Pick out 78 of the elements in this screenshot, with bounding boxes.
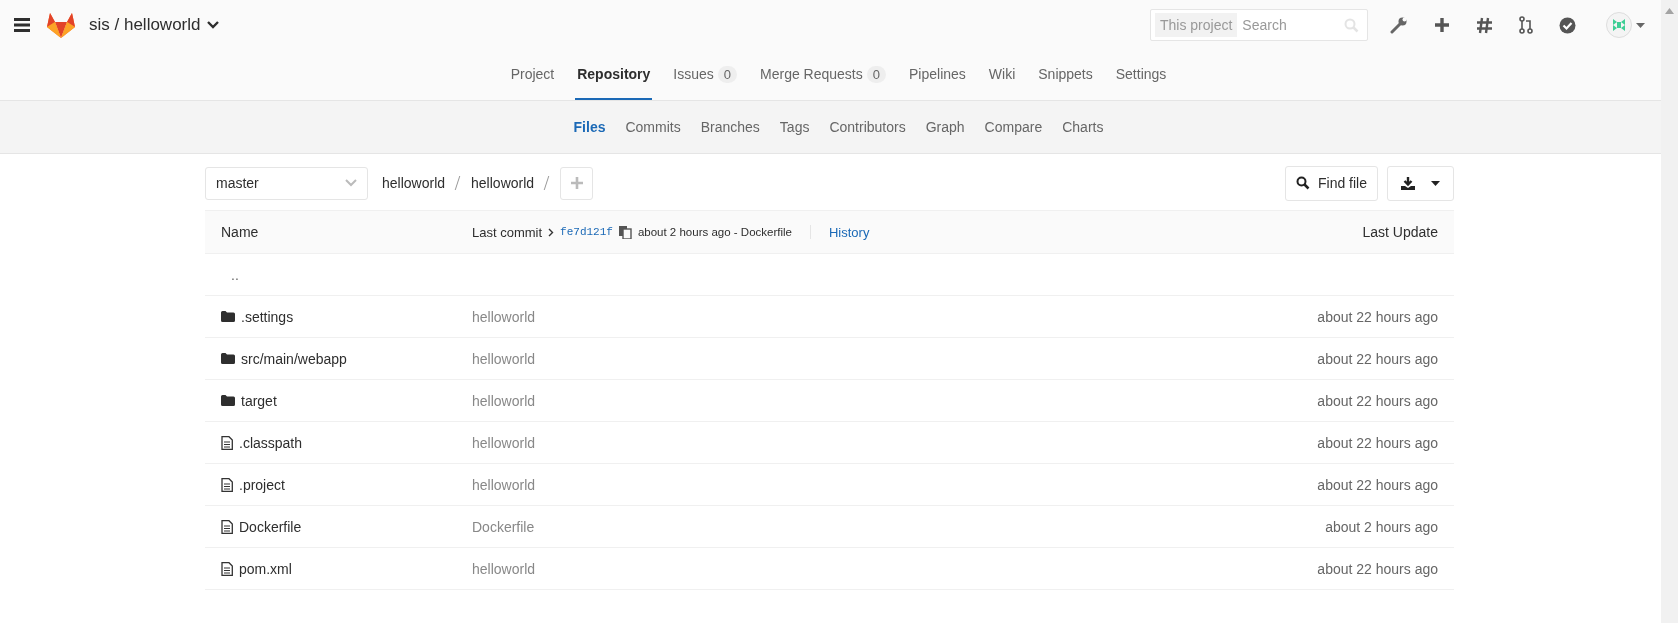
- updated-time: about 2 hours ago: [1325, 518, 1438, 535]
- folder-icon: [221, 353, 235, 364]
- nav-tab[interactable]: Wiki: [986, 50, 1018, 100]
- file-link[interactable]: .settings: [241, 308, 294, 325]
- search-icon: [1295, 176, 1310, 190]
- updated-time: about 22 hours ago: [1317, 434, 1438, 451]
- find-file-button[interactable]: Find file: [1284, 165, 1378, 201]
- updated-time: about 22 hours ago: [1317, 476, 1438, 493]
- nav-tab[interactable]: Issues 0: [671, 50, 740, 100]
- commit-link[interactable]: Dockerfile: [472, 518, 535, 535]
- nav-tab[interactable]: Pipelines: [907, 50, 968, 100]
- file-link[interactable]: src/main/webapp: [241, 350, 347, 367]
- copy-icon[interactable]: [618, 225, 632, 239]
- merge-request-icon[interactable]: [1519, 16, 1533, 34]
- column-header: Name: [220, 224, 260, 240]
- subnav-tab[interactable]: Commits: [625, 119, 681, 135]
- commit-link[interactable]: helloworld: [472, 434, 536, 451]
- updated-time: about 22 hours ago: [1317, 308, 1438, 325]
- file-link[interactable]: .project: [239, 476, 285, 493]
- last-commit-label: Last commit: [472, 224, 543, 240]
- wrench-icon[interactable]: [1390, 16, 1408, 34]
- branch-dropdown[interactable]: master: [205, 166, 368, 200]
- scrollbar[interactable]: [1661, 0, 1678, 623]
- file-icon: [221, 477, 233, 492]
- chevron-right-icon: [548, 227, 555, 237]
- commit-link[interactable]: helloworld: [472, 350, 536, 367]
- file-link[interactable]: pom.xml: [239, 560, 292, 577]
- column-header: Last Update: [1362, 224, 1439, 240]
- updated-time: about 22 hours ago: [1317, 350, 1438, 367]
- breadcrumb-link[interactable]: helloworld: [471, 175, 535, 191]
- breadcrumb-link[interactable]: helloworld: [382, 175, 446, 191]
- nav-tab[interactable]: Merge Requests 0: [758, 50, 888, 100]
- subnav-tab[interactable]: Graph: [925, 119, 965, 135]
- commit-link[interactable]: helloworld: [472, 560, 536, 577]
- file-icon: [221, 435, 233, 450]
- hash-icon[interactable]: [1476, 16, 1493, 34]
- check-circle-icon[interactable]: [1559, 16, 1576, 34]
- chevron-down-icon[interactable]: [206, 21, 219, 29]
- subnav-tab[interactable]: Files: [573, 119, 606, 135]
- plus-icon[interactable]: [1434, 17, 1450, 33]
- plus-icon: [570, 177, 583, 189]
- parent-directory-link[interactable]: ..: [221, 266, 239, 283]
- caret-down-icon: [1431, 180, 1440, 186]
- file-icon: [221, 519, 233, 534]
- updated-time: about 22 hours ago: [1317, 392, 1438, 409]
- file-icon: [221, 561, 233, 576]
- search-icon: [1344, 17, 1359, 33]
- nav-tab[interactable]: Settings: [1113, 50, 1169, 100]
- history-link[interactable]: History: [828, 224, 870, 240]
- fox-logo-icon[interactable]: [46, 11, 76, 39]
- commit-message: about 2 hours ago - Dockerfile: [637, 226, 792, 238]
- updated-time: about 22 hours ago: [1317, 560, 1438, 577]
- commit-sha-link[interactable]: fe7d121f: [560, 226, 613, 238]
- count-badge: 0: [717, 65, 738, 83]
- nav-tab[interactable]: Snippets: [1036, 50, 1095, 100]
- search-input[interactable]: Search: [1237, 17, 1344, 33]
- file-link[interactable]: .classpath: [239, 434, 303, 451]
- subnav-tab[interactable]: Compare: [984, 119, 1043, 135]
- project-path-link[interactable]: sis / helloworld: [89, 15, 201, 35]
- folder-icon: [221, 395, 235, 406]
- commit-link[interactable]: helloworld: [472, 308, 536, 325]
- search-scope-label: This project: [1155, 13, 1238, 37]
- subnav-tab[interactable]: Branches: [700, 119, 760, 135]
- download-button[interactable]: [1387, 165, 1454, 201]
- subnav-tab[interactable]: Charts: [1062, 119, 1104, 135]
- folder-icon: [221, 311, 235, 322]
- download-icon: [1401, 176, 1415, 190]
- subnav-tab[interactable]: Tags: [779, 119, 810, 135]
- file-link[interactable]: Dockerfile: [239, 518, 302, 535]
- chevron-down-icon: [345, 179, 357, 187]
- nav-tab[interactable]: Project: [508, 50, 557, 100]
- subnav-tab[interactable]: Contributors: [829, 119, 906, 135]
- count-badge: 0: [866, 65, 886, 83]
- file-link[interactable]: target: [241, 392, 277, 409]
- menu-icon[interactable]: [14, 18, 30, 32]
- caret-down-icon[interactable]: [1636, 22, 1645, 28]
- commit-link[interactable]: helloworld: [472, 392, 536, 409]
- commit-link[interactable]: helloworld: [472, 476, 536, 493]
